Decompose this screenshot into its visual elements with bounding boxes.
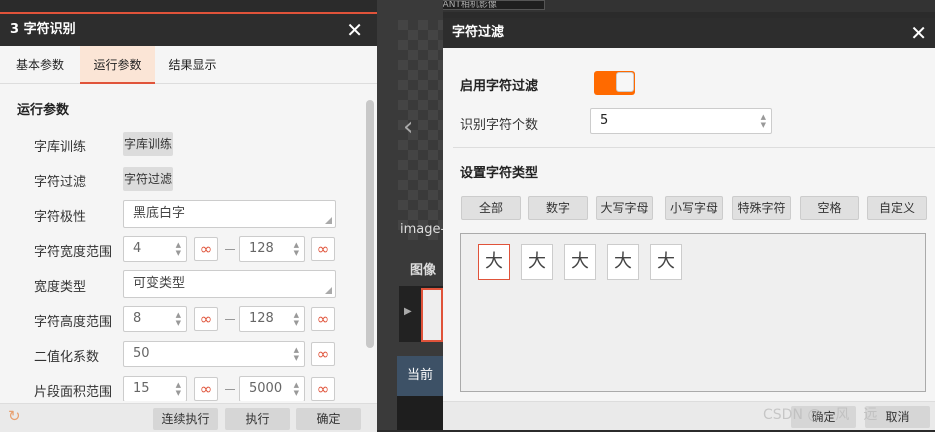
ocr-dialog-titlebar: 3 字符识别 ✕	[0, 14, 377, 46]
width-min-value: 4	[133, 241, 142, 256]
current-tab[interactable]: 当前	[397, 356, 443, 396]
polarity-select[interactable]: 黑底白字	[123, 200, 336, 228]
type-special-button[interactable]: 特殊字符	[732, 196, 791, 220]
width-range-label: 字符宽度范围	[34, 245, 113, 260]
prev-arrow-icon[interactable]: ‹	[403, 112, 413, 142]
type-uppercase-button[interactable]: 大写字母	[596, 196, 653, 220]
height-min-spinner[interactable]: 8 ▲ ▼	[123, 306, 187, 332]
ocr-dialog: 3 字符识别 ✕ 基本参数 运行参数 结果显示 运行参数 字库训练 字库训练 字…	[0, 12, 377, 432]
char-slot-3[interactable]: 大	[564, 244, 596, 280]
char-filter-dialog: 字符过滤 ✕ 启用字符过滤 识别字符个数 5 ▲ ▼ 设置字符类型 全部 数字 大写…	[443, 18, 935, 430]
width-type-value: 可变类型	[133, 276, 186, 291]
refresh-icon[interactable]: ↻	[8, 407, 21, 425]
count-spinner[interactable]: 5 ▲ ▼	[590, 108, 772, 134]
width-max-value: 128	[249, 241, 274, 256]
width-type-select[interactable]: 可变类型	[123, 270, 336, 298]
continuous-run-button[interactable]: 连续执行	[153, 408, 218, 430]
type-space-button[interactable]: 空格	[800, 196, 859, 220]
polarity-value: 黑底白字	[133, 206, 186, 221]
play-icon[interactable]: ▶	[404, 306, 412, 317]
height-min-value: 8	[133, 311, 142, 326]
char-slot-4[interactable]: 大	[607, 244, 639, 280]
width-max-spinner[interactable]: 128 ▲ ▼	[239, 236, 305, 262]
link-icon[interactable]: ∞	[311, 307, 335, 331]
type-all-button[interactable]: 全部	[461, 196, 521, 220]
type-custom-button[interactable]: 自定义	[867, 196, 927, 220]
area-max-value: 5000	[249, 381, 283, 396]
close-icon[interactable]: ✕	[346, 14, 363, 46]
char-slot-5[interactable]: 大	[650, 244, 682, 280]
run-params-body: 运行参数 字库训练 字库训练 字符过滤 字符过滤 字符极性 黑底白字 字符宽度范…	[0, 85, 377, 401]
tab-basic-params[interactable]: 基本参数	[0, 46, 80, 84]
watermark: CSDN @ 风 远	[763, 407, 878, 423]
link-icon[interactable]: ∞	[311, 377, 335, 401]
spinner-arrows-icon[interactable]: ▲ ▼	[294, 381, 299, 397]
type-digit-button[interactable]: 数字	[528, 196, 588, 220]
area-max-spinner[interactable]: 5000 ▲ ▼	[239, 376, 305, 401]
spinner-arrows-icon[interactable]: ▲ ▼	[294, 241, 299, 257]
toggle-knob	[616, 72, 634, 92]
enable-filter-label: 启用字符过滤	[460, 79, 539, 94]
range-dash	[225, 389, 235, 390]
binarize-label: 二值化系数	[34, 350, 100, 365]
spinner-arrows-icon[interactable]: ▲ ▼	[294, 311, 299, 327]
close-icon[interactable]: ✕	[910, 18, 927, 48]
polarity-label: 字符极性	[34, 210, 87, 225]
char-filter-title: 字符过滤	[452, 25, 505, 40]
char-slot-2[interactable]: 大	[521, 244, 553, 280]
divider	[453, 147, 935, 148]
binarize-value: 50	[133, 346, 150, 361]
tab-result-display[interactable]: 结果显示	[155, 46, 230, 84]
image-label: image-	[400, 222, 443, 237]
width-type-label: 宽度类型	[34, 280, 87, 295]
enable-filter-toggle[interactable]	[594, 71, 635, 95]
image-tab[interactable]: 图像	[410, 259, 443, 278]
link-icon[interactable]: ∞	[194, 237, 218, 261]
dropdown-corner-icon	[325, 217, 332, 224]
height-max-spinner[interactable]: 128 ▲ ▼	[239, 306, 305, 332]
char-filter-titlebar: 字符过滤 ✕	[443, 18, 935, 48]
area-range-label: 片段面积范围	[34, 385, 113, 400]
link-icon[interactable]: ∞	[194, 377, 218, 401]
spinner-arrows-icon[interactable]: ▲ ▼	[176, 311, 181, 327]
ocr-tabs: 基本参数 运行参数 结果显示	[0, 46, 377, 84]
width-min-spinner[interactable]: 4 ▲ ▼	[123, 236, 187, 262]
lib-train-button[interactable]: 字库训练	[123, 132, 173, 156]
dropdown-corner-icon	[325, 287, 332, 294]
thumbnail[interactable]	[421, 288, 443, 342]
link-icon[interactable]: ∞	[194, 307, 218, 331]
scrollbar[interactable]	[366, 100, 374, 348]
spinner-arrows-icon[interactable]: ▲ ▼	[761, 113, 766, 129]
spinner-arrows-icon[interactable]: ▲ ▼	[176, 241, 181, 257]
type-section-title: 设置字符类型	[460, 166, 539, 181]
tab-run-params[interactable]: 运行参数	[80, 46, 155, 84]
type-lowercase-button[interactable]: 小写字母	[665, 196, 723, 220]
char-filter-button[interactable]: 字符过滤	[123, 167, 173, 191]
range-dash	[225, 319, 235, 320]
count-value: 5	[600, 113, 609, 128]
spinner-arrows-icon[interactable]: ▲ ▼	[176, 381, 181, 397]
height-range-label: 字符高度范围	[34, 315, 113, 330]
count-label: 识别字符个数	[460, 118, 539, 133]
spinner-arrows-icon[interactable]: ▲ ▼	[294, 346, 299, 362]
link-icon[interactable]: ∞	[311, 237, 335, 261]
link-icon[interactable]: ∞	[311, 342, 335, 366]
area-min-value: 15	[133, 381, 150, 396]
height-max-value: 128	[249, 311, 274, 326]
ocr-dialog-title: 3 字符识别	[10, 22, 76, 37]
range-dash	[225, 249, 235, 250]
bottom-dark	[397, 396, 443, 430]
run-button[interactable]: 执行	[225, 408, 290, 430]
filter-label: 字符过滤	[34, 175, 87, 190]
binarize-spinner[interactable]: 50 ▲ ▼	[123, 341, 305, 367]
char-slot-1[interactable]: 大	[478, 244, 510, 280]
lib-train-label: 字库训练	[34, 140, 87, 155]
section-title: 运行参数	[17, 103, 70, 118]
area-min-spinner[interactable]: 15 ▲ ▼	[123, 376, 187, 401]
ok-button[interactable]: 确定	[296, 408, 361, 430]
ocr-dialog-footer: ↻ 连续执行 执行 确定	[0, 403, 377, 432]
